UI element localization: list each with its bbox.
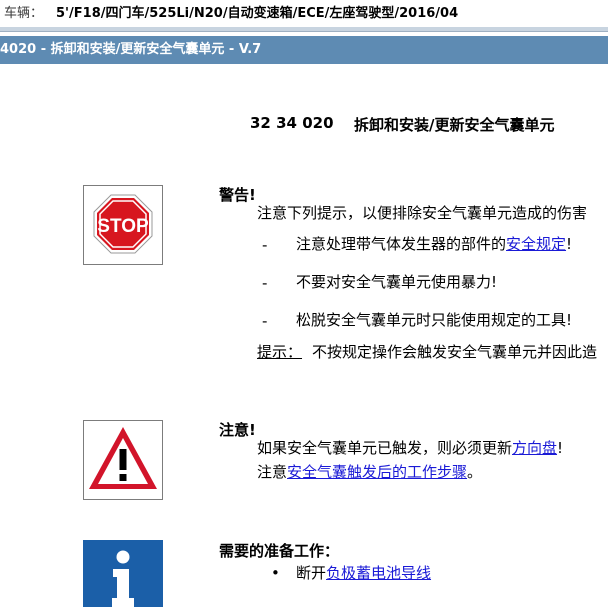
prep-item-text: 断开	[296, 564, 327, 582]
caution-line-2-text: 注意	[257, 463, 288, 481]
prep-bullet: •	[271, 564, 280, 582]
document-title-bar: 4020 - 拆卸和安装/更新安全气囊单元 - V.7	[0, 36, 608, 64]
hint-text: 不按规定操作会触发安全气囊单元并因此造	[312, 343, 598, 361]
steering-wheel-link[interactable]: 方向盘	[512, 439, 557, 457]
info-icon	[83, 540, 163, 607]
vehicle-label: 车辆：	[4, 6, 44, 21]
caution-line-1: 如果安全气囊单元已触发，则必须更新方向盘!	[257, 438, 563, 458]
warning-title: 警告!	[219, 186, 256, 204]
airbag-deployed-procedure-link[interactable]: 安全气囊触发后的工作步骤	[287, 463, 467, 481]
repair-code: 32 34 020	[250, 114, 334, 132]
caution-line-1-text: 如果安全气囊单元已触发，则必须更新	[257, 439, 513, 457]
warning-hint: 提示： 不按规定操作会触发安全气囊单元并因此造	[257, 342, 597, 362]
warning-bullet-1: -	[262, 236, 268, 254]
warning-item-1-text: 注意处理带气体发生器的部件的	[296, 235, 507, 253]
stop-text: STOP	[97, 216, 149, 237]
document-title: 4020 - 拆卸和安装/更新安全气囊单元 - V.7	[0, 42, 262, 57]
safety-rules-link[interactable]: 安全规定	[506, 235, 566, 253]
prep-title: 需要的准备工作：	[219, 542, 340, 560]
header-divider	[0, 27, 608, 32]
hint-label: 提示：	[257, 343, 303, 361]
prep-item: 断开负极蓄电池导线	[296, 563, 431, 583]
warning-intro: 注意下列提示，以便排除安全气囊单元造成的伤害	[257, 204, 588, 222]
warning-item-2: 不要对安全气囊单元使用暴力!	[296, 273, 498, 291]
caution-triangle-icon	[83, 420, 163, 500]
caution-line-1-suffix: !	[557, 439, 564, 457]
warning-item-1-suffix: !	[566, 235, 573, 253]
negative-battery-cable-link[interactable]: 负极蓄电池导线	[326, 564, 431, 582]
stop-sign-icon: STOP	[83, 185, 163, 265]
repair-name: 拆卸和安装/更新安全气囊单元	[354, 116, 555, 134]
warning-bullet-3: -	[262, 312, 268, 330]
warning-bullet-2: -	[262, 274, 268, 292]
caution-line-2: 注意安全气囊触发后的工作步骤。	[257, 462, 482, 482]
vehicle-value: 5'/F18/四门车/525Li/N20/自动变速箱/ECE/左座驾驶型/201…	[56, 6, 459, 21]
caution-line-2-suffix: 。	[467, 463, 483, 481]
caution-title: 注意!	[219, 421, 256, 439]
warning-item-1: 注意处理带气体发生器的部件的安全规定!	[296, 234, 572, 254]
warning-item-3: 松脱安全气囊单元时只能使用规定的工具!	[296, 311, 573, 329]
vehicle-bar: 车辆： 5'/F18/四门车/525Li/N20/自动变速箱/ECE/左座驾驶型…	[0, 0, 608, 27]
